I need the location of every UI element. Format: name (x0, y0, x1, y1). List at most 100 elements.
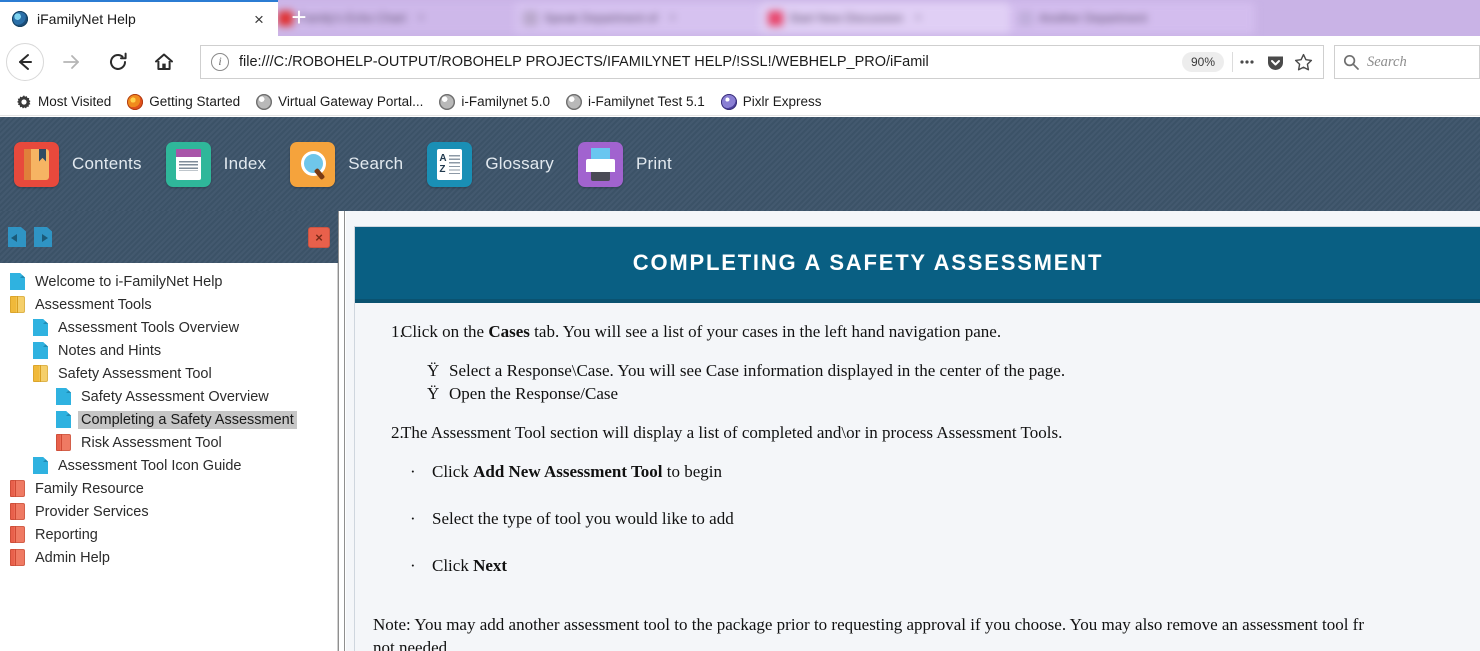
bookmarks-bar: Most Visited Getting Started Virtual Gat… (0, 88, 1480, 116)
tree-item-completing-a-safety-assessment[interactable]: Completing a Safety Assessment (0, 408, 337, 431)
bullet-item: Ÿ Select a Response\Case. You will see C… (427, 360, 1480, 383)
page-actions-icon[interactable] (1233, 48, 1261, 76)
zoom-level-badge[interactable]: 90% (1181, 52, 1224, 72)
toolbar-label: Print (636, 154, 672, 173)
prev-topic-icon[interactable] (8, 227, 26, 247)
background-tabs-blurred: Family's Echo Chart × Speak Department o… (270, 0, 1480, 36)
tree-item-label: Admin Help (35, 549, 110, 566)
book-icon (10, 503, 25, 520)
tree-item-label: Assessment Tools Overview (58, 319, 240, 336)
close-icon[interactable]: × (418, 12, 424, 24)
az-list-icon: Z (427, 141, 473, 187)
bookmark-ifamilynet-50[interactable]: i-Familynet 5.0 (433, 92, 556, 112)
globe-icon (565, 93, 582, 110)
firefox-icon (127, 93, 144, 110)
bookmark-star-icon[interactable] (1289, 48, 1317, 76)
background-tab[interactable]: Another Department (1010, 2, 1255, 34)
close-icon[interactable]: × (248, 8, 270, 30)
next-topic-icon[interactable] (34, 227, 52, 247)
bullet-text: Click Add New Assessment Tool to begin (432, 461, 722, 484)
tree-item-label: Reporting (35, 526, 98, 543)
active-browser-tab[interactable]: iFamilyNet Help × (0, 0, 278, 36)
browser-search-box[interactable]: Search (1334, 45, 1480, 79)
step-text-part: The Assessment Tool section will display… (401, 422, 1063, 442)
bookmark-virtual-gateway-portal[interactable]: Virtual Gateway Portal... (250, 92, 429, 112)
page-icon (10, 273, 25, 290)
tree-item-assessment-tool-icon-guide[interactable]: Assessment Tool Icon Guide (0, 454, 337, 477)
close-icon[interactable]: × (669, 12, 675, 24)
toolbar-label: Contents (72, 154, 142, 173)
toolbar-button-index[interactable]: Index (165, 141, 267, 187)
bookmark-label: Getting Started (149, 94, 241, 109)
note-line: not needed. (373, 637, 452, 651)
bullet-item: · Click Add New Assessment Tool to begin (406, 461, 1480, 484)
topic-tree: Welcome to i-FamilyNet Help Assessment T… (0, 263, 337, 569)
tree-item-safety-assessment-overview[interactable]: Safety Assessment Overview (0, 385, 337, 408)
search-icon (1343, 54, 1359, 70)
close-sidebar-button[interactable]: × (308, 226, 330, 248)
toolbar-button-search[interactable]: Search (290, 141, 403, 187)
tree-item-assessment-tools[interactable]: Assessment Tools (0, 293, 337, 316)
close-icon[interactable]: × (915, 12, 921, 24)
bookmark-label: i-Familynet 5.0 (461, 94, 550, 109)
url-text: file:///C:/ROBOHELP-OUTPUT/ROBOHELP PROJ… (239, 54, 929, 70)
note-line: Note: You may add another assessment too… (373, 614, 1364, 634)
toolbar-button-glossary[interactable]: Z Glossary (427, 141, 554, 187)
bookmark-getting-started[interactable]: Getting Started (121, 92, 246, 112)
background-tab[interactable]: Speak Department of × (515, 2, 760, 34)
step-text-bold: Cases (488, 322, 530, 341)
bookmark-pixlr-express[interactable]: Pixlr Express (715, 92, 828, 112)
url-bar[interactable]: i file:///C:/ROBOHELP-OUTPUT/ROBOHELP PR… (200, 45, 1324, 79)
step-text: The Assessment Tool section will display… (401, 422, 1480, 602)
help-navigation-sidebar: × Welcome to i-FamilyNet Help Assessment… (0, 211, 338, 651)
page-info-icon[interactable]: i (211, 53, 229, 71)
back-arrow-icon[interactable] (6, 43, 44, 81)
page-icon (33, 342, 48, 359)
active-tab-title: iFamilyNet Help (37, 11, 136, 27)
help-toolbar: Contents Index Search Z Glossary Print (0, 117, 1480, 211)
tree-item-reporting[interactable]: Reporting (0, 523, 337, 546)
bookmark-most-visited[interactable]: Most Visited (10, 92, 117, 112)
forward-arrow-icon (50, 42, 90, 82)
pocket-icon[interactable] (1261, 48, 1289, 76)
step-1: 1. Click on the Cases tab. You will see … (355, 321, 1480, 406)
tree-item-risk-assessment-tool[interactable]: Risk Assessment Tool (0, 431, 337, 454)
topic-content-pane: COMPLETING A SAFETY ASSESSMENT 1. Click … (346, 211, 1480, 651)
tree-item-welcome[interactable]: Welcome to i-FamilyNet Help (0, 270, 337, 293)
bookmark-label: Virtual Gateway Portal... (278, 94, 424, 109)
globe-icon (256, 93, 273, 110)
magnifier-icon (290, 141, 336, 187)
tree-item-notes-and-hints[interactable]: Notes and Hints (0, 339, 337, 362)
bookmark-ifamilynet-test-51[interactable]: i-Familynet Test 5.1 (560, 92, 711, 112)
page-icon (56, 388, 71, 405)
background-tab[interactable]: Start New Discussion × (760, 2, 1010, 34)
tree-item-safety-assessment-tool[interactable]: Safety Assessment Tool (0, 362, 337, 385)
tree-item-provider-services[interactable]: Provider Services (0, 500, 337, 523)
gear-icon (16, 94, 32, 110)
bullet-text-bold: Next (473, 555, 508, 575)
step-2-bullets: · Click Add New Assessment Tool to begin… (406, 461, 1480, 578)
step-text-part: Click on the (401, 322, 489, 341)
step-number: 2. (391, 422, 404, 442)
browser-tab-strip[interactable]: Family's Echo Chart × Speak Department o… (0, 0, 1480, 36)
reload-icon[interactable] (98, 42, 138, 82)
step-text: Click on the Cases tab. You will see a l… (401, 321, 1480, 406)
globe-favicon (12, 11, 28, 27)
step-2: 2. The Assessment Tool section will disp… (355, 422, 1480, 602)
tree-item-admin-help[interactable]: Admin Help (0, 546, 337, 569)
toolbar-button-contents[interactable]: Contents (14, 141, 142, 187)
home-icon[interactable] (144, 42, 184, 82)
background-tab-label: Start New Discussion (789, 11, 904, 25)
toolbar-button-print[interactable]: Print (578, 141, 672, 187)
tree-item-label: Notes and Hints (58, 342, 162, 359)
page-title: COMPLETING A SAFETY ASSESSMENT (632, 250, 1104, 275)
tree-item-assessment-tools-overview[interactable]: Assessment Tools Overview (0, 316, 337, 339)
sidebar-splitter[interactable] (338, 211, 345, 651)
new-tab-button[interactable]: + (288, 4, 310, 30)
tree-item-label: Completing a Safety Assessment (78, 410, 297, 429)
tree-item-family-resource[interactable]: Family Resource (0, 477, 337, 500)
bullet-text-post: to begin (662, 461, 722, 481)
bullet-text: Click Next (432, 555, 507, 578)
step-number: 1. (391, 322, 404, 341)
bullet-item: Ÿ Open the Response/Case (427, 383, 1480, 406)
